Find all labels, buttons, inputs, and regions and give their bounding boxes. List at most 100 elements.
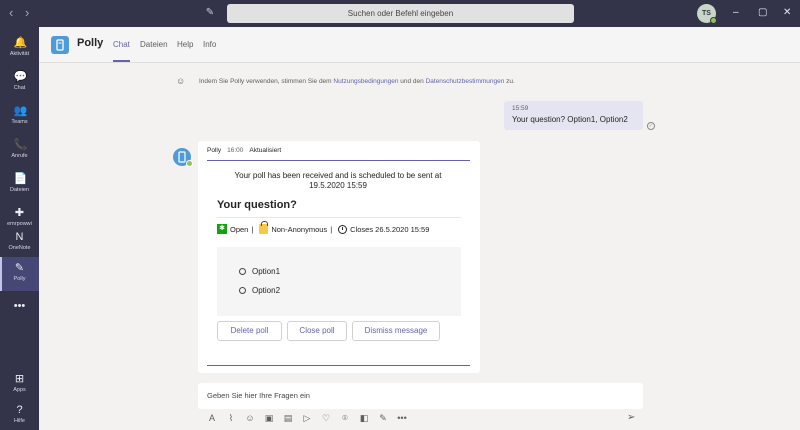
message-text: Your question? Option1, Option2 (512, 115, 628, 124)
format-icon[interactable]: A (205, 412, 219, 424)
apps-icon: ⊞ (14, 373, 25, 385)
option-label: Option1 (252, 267, 281, 276)
lock-icon (259, 221, 269, 234)
dismiss-message-button[interactable]: Dismiss message (352, 321, 440, 341)
close-poll-button[interactable]: Close poll (287, 321, 347, 341)
card-top-border (207, 160, 470, 161)
rail-item-chat[interactable]: 💬 Chat (0, 66, 39, 100)
more-icon: ••• (13, 300, 26, 312)
more-options-icon[interactable]: ••• (395, 412, 409, 424)
divider (217, 217, 461, 218)
radio-button[interactable] (239, 268, 246, 275)
sender-name: Polly (207, 147, 222, 154)
polly-bot-avatar[interactable] (173, 148, 193, 167)
rail-label: Anrufe (11, 153, 28, 159)
polly-compose-icon[interactable]: ✎ (376, 412, 390, 424)
new-chat-icon[interactable]: ✎ (204, 7, 216, 19)
close-icon[interactable]: ✕ (783, 6, 791, 20)
poll-option[interactable]: Option1 (239, 267, 280, 276)
bot-notice-icon: ☺ (176, 76, 186, 86)
message-time: 15:59 (512, 105, 529, 112)
phone-icon: 📞 (13, 139, 28, 151)
notice-text-suffix: zu. (504, 78, 515, 85)
edited-status: Aktualisiert (249, 147, 282, 154)
tab-chat[interactable]: Chat (113, 40, 130, 49)
title-bar: ‹ › ✎ Suchen oder Befehl eingeben TS – ▢… (0, 0, 800, 27)
attach-icon[interactable]: ⌇ (224, 412, 238, 424)
notice-text-middle: und den (398, 78, 426, 85)
user-avatar[interactable]: TS (697, 4, 717, 24)
notice-text-prefix: Indem Sie Polly verwenden, stimmen Sie d… (199, 78, 334, 85)
onenote-icon: N (15, 231, 24, 243)
rail-item-more[interactable]: ••• (0, 295, 39, 329)
rail-item-help[interactable]: ? Hilfe (0, 399, 39, 430)
card-bottom-border (207, 365, 470, 366)
sticker-icon[interactable]: ▤ (281, 412, 295, 424)
rail-item-teams[interactable]: 👥 Teams (0, 100, 39, 134)
rail-item-onenote[interactable]: N OneNote (0, 226, 39, 260)
rail-label: Aktivität (9, 51, 30, 57)
consent-notice: Indem Sie Polly verwenden, stimmen Sie d… (199, 78, 515, 85)
presence-available-icon (710, 17, 717, 24)
app-title: Polly (77, 37, 104, 49)
rail-label: Dateien (10, 187, 29, 193)
option-label: Option2 (252, 286, 281, 295)
read-receipt-icon: ✓ (647, 122, 655, 130)
poll-question: Your question? (217, 199, 297, 211)
bell-icon: 🔔 (13, 37, 28, 49)
forward-arrow-icon[interactable]: › (25, 6, 29, 20)
message-compose-box[interactable]: Geben Sie hier Ihre Fragen ein (198, 383, 643, 409)
compose-toolbar: A ⌇ ☺ ▣ ▤ ▷ ♡ ⌾ ◧ ✎ ••• (205, 412, 414, 424)
message-header: Polly 16:00 Aktualisiert (207, 147, 281, 154)
rail-item-activity[interactable]: 🔔 Aktivität (0, 32, 39, 66)
rail-item-files[interactable]: 📄 Dateien (0, 168, 39, 202)
search-bar[interactable]: Suchen oder Befehl eingeben (227, 4, 574, 23)
rail-label: Apps (13, 387, 26, 393)
back-arrow-icon[interactable]: ‹ (9, 6, 13, 20)
stream-icon[interactable]: ◧ (357, 412, 371, 424)
open-label: Open (230, 224, 249, 234)
tab-info[interactable]: Info (203, 40, 216, 49)
teams-icon: 👥 (13, 105, 28, 117)
rail-item-calls[interactable]: 📞 Anrufe (0, 134, 39, 168)
avatar-initials: TS (702, 10, 711, 17)
presence-available-icon (186, 160, 193, 167)
rail-item-apps[interactable]: ⊞ Apps (0, 368, 39, 402)
active-tab-indicator (113, 60, 130, 62)
privacy-link[interactable]: Datenschutzbestimmungen (426, 78, 505, 85)
maximize-icon[interactable]: ▢ (758, 6, 767, 20)
send-icon[interactable]: ➢ (627, 412, 635, 424)
message-time: 16:00 (227, 147, 244, 154)
rail-label: OneNote (8, 245, 31, 251)
file-icon: 📄 (13, 173, 28, 185)
radio-button[interactable] (239, 287, 246, 294)
sent-message[interactable]: 15:59 Your question? Option1, Option2 (504, 101, 643, 130)
chat-icon: 💬 (13, 71, 28, 83)
tab-help[interactable]: Help (177, 40, 193, 49)
rail-item-polly[interactable]: ✎ Polly (0, 257, 39, 291)
poll-option[interactable]: Option2 (239, 286, 280, 295)
polly-logo-icon (51, 36, 69, 54)
minimize-icon[interactable]: – (733, 6, 739, 20)
praise-icon[interactable]: ♡ (319, 412, 333, 424)
app-header: Polly Chat Dateien Help Info (39, 27, 800, 63)
poll-options: Option1 Option2 (217, 247, 461, 316)
app-rail: 🔔 Aktivität 💬 Chat 👥 Teams 📞 Anrufe 📄 Da… (0, 27, 39, 430)
delete-poll-button[interactable]: Delete poll (217, 321, 282, 341)
anonymity-label: Non-Anonymous (271, 224, 328, 234)
gif-icon[interactable]: ▣ (262, 412, 276, 424)
emoji-icon[interactable]: ☺ (243, 412, 257, 424)
clock-icon (338, 224, 348, 234)
idea-icon[interactable]: ⌾ (338, 412, 352, 424)
rail-label: Chat (13, 85, 26, 91)
tab-files[interactable]: Dateien (140, 40, 168, 49)
terms-link[interactable]: Nutzungsbedingungen (333, 78, 398, 85)
meet-now-icon[interactable]: ▷ (300, 412, 314, 424)
closes-label: Closes 26.5.2020 15:59 (350, 224, 430, 234)
polly-icon: ✎ (14, 262, 25, 274)
bot-message: Polly 16:00 Aktualisiert Your poll has bee… (198, 141, 480, 373)
compose-placeholder: Geben Sie hier Ihre Fragen ein (207, 391, 310, 400)
rail-label: Teams (11, 119, 28, 125)
help-icon: ? (16, 404, 23, 416)
poll-received-text: Your poll has been received and is sched… (234, 171, 442, 190)
